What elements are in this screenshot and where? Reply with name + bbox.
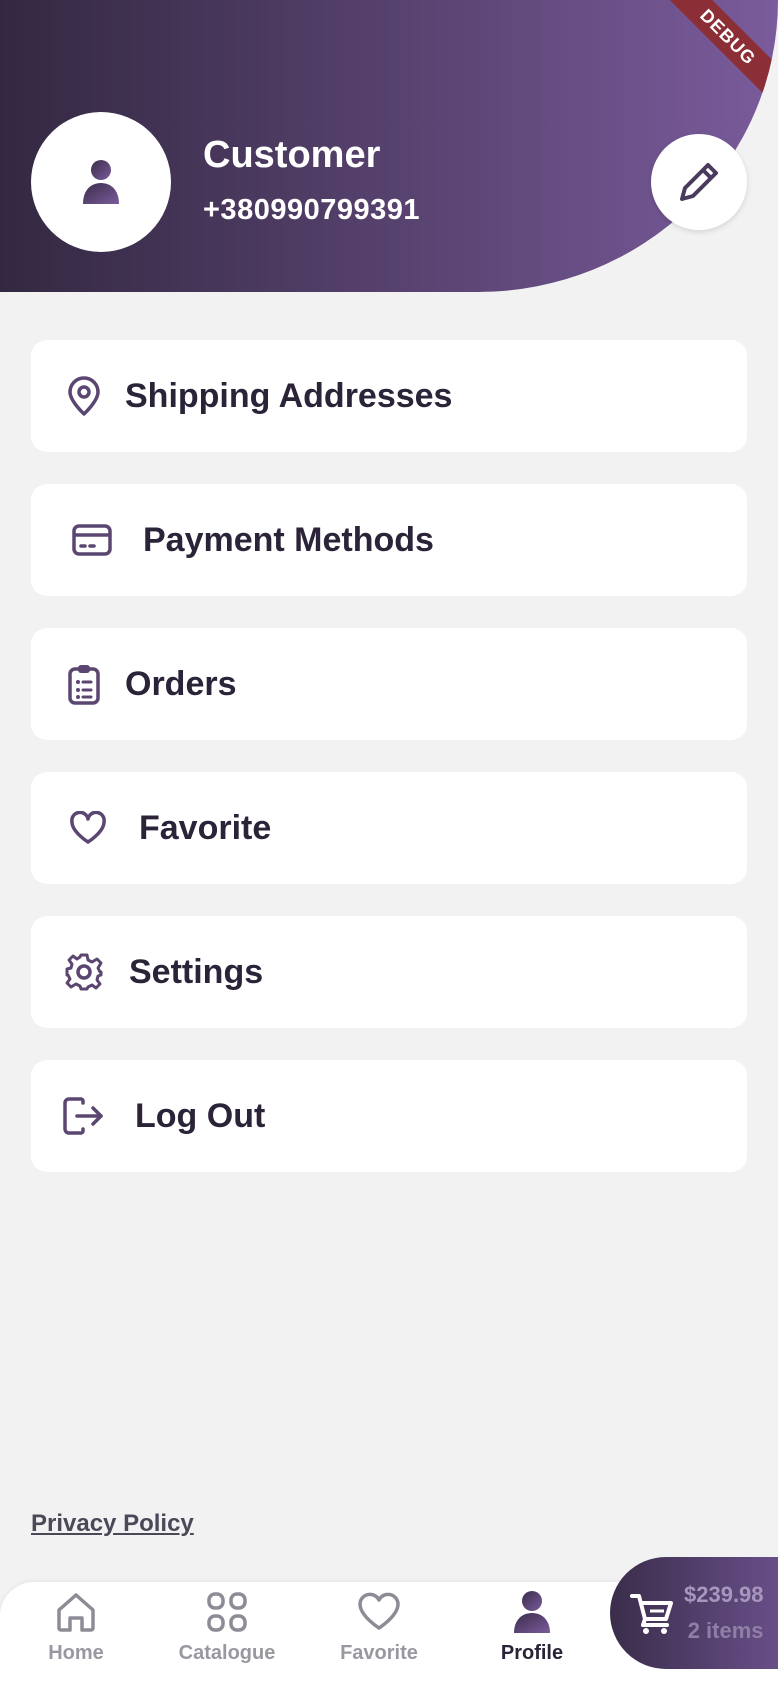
pencil-icon — [680, 163, 718, 201]
menu-item-payment-methods[interactable]: Payment Methods — [31, 484, 747, 596]
location-pin-icon — [63, 375, 105, 417]
menu-label: Log Out — [135, 1096, 266, 1135]
user-phone: +380990799391 — [203, 194, 420, 226]
nav-label: Home — [48, 1642, 104, 1664]
menu-item-orders[interactable]: Orders — [31, 628, 747, 740]
debug-badge: DEBUG — [646, 0, 778, 119]
cart-button[interactable]: $239.98 2 items — [610, 1557, 778, 1669]
profile-menu: Shipping Addresses Payment Methods Order… — [31, 340, 747, 1204]
heart-icon — [67, 807, 109, 849]
menu-label: Orders — [125, 664, 237, 703]
nav-label: Profile — [500, 1642, 564, 1664]
credit-card-icon — [71, 519, 113, 561]
menu-item-settings[interactable]: Settings — [31, 916, 747, 1028]
menu-item-shipping-addresses[interactable]: Shipping Addresses — [31, 340, 747, 452]
menu-label: Settings — [129, 952, 264, 991]
nav-item-favorite[interactable]: Favorite — [303, 1582, 455, 1689]
clipboard-list-icon — [63, 663, 105, 705]
person-icon — [83, 160, 119, 204]
nav-label: Catalogue — [178, 1642, 276, 1664]
grid-icon — [207, 1592, 247, 1632]
nav-item-profile[interactable]: Profile — [456, 1582, 608, 1689]
nav-item-catalogue[interactable]: Catalogue — [151, 1582, 303, 1689]
user-name: Customer — [203, 134, 381, 176]
menu-label: Favorite — [139, 808, 272, 847]
nav-item-home[interactable]: Home — [0, 1582, 152, 1689]
person-icon — [514, 1591, 550, 1633]
avatar — [31, 112, 171, 252]
menu-item-log-out[interactable]: Log Out — [31, 1060, 747, 1172]
cart-items-count: 2 items — [687, 1618, 764, 1643]
cart-total: $239.98 — [684, 1582, 764, 1607]
privacy-policy-link[interactable]: Privacy Policy — [31, 1510, 194, 1538]
heart-icon — [358, 1592, 400, 1630]
gear-icon — [63, 951, 105, 993]
logout-icon — [63, 1095, 105, 1137]
menu-label: Shipping Addresses — [125, 376, 453, 415]
home-icon — [57, 1593, 95, 1632]
nav-label: Favorite — [340, 1642, 418, 1664]
cart-icon — [630, 1594, 673, 1634]
menu-label: Payment Methods — [143, 520, 434, 559]
profile-header: Customer +380990799391 DEBUG — [0, 0, 778, 292]
edit-profile-button[interactable] — [651, 134, 747, 230]
menu-item-favorite[interactable]: Favorite — [31, 772, 747, 884]
